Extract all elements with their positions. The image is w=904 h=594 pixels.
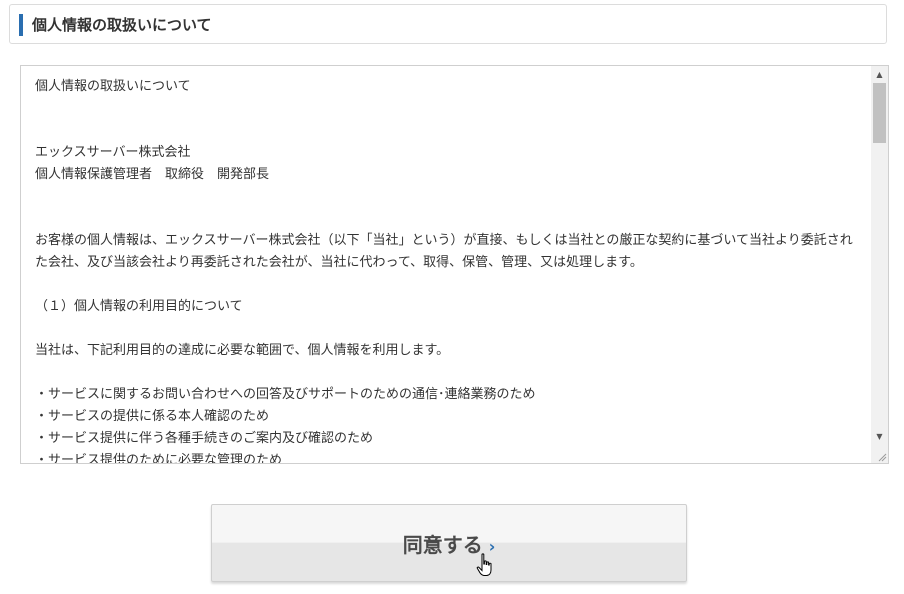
policy-line: [35, 208, 865, 230]
agree-button-label-wrap: 同意する ›: [212, 532, 686, 560]
policy-line: [35, 318, 865, 340]
privacy-policy-textarea[interactable]: 個人情報の取扱いについて エックスサーバー株式会社 個人情報保護管理者 取締役 …: [20, 65, 889, 464]
policy-line: ・サービス提供のために必要な管理のため: [35, 453, 283, 464]
policy-line: [35, 362, 865, 384]
policy-line: [35, 186, 865, 208]
scroll-up-arrow-icon[interactable]: ▲: [871, 66, 888, 83]
policy-line: ・サービス提供に伴う各種手続きのご案内及び確認のため: [35, 431, 374, 446]
scroll-down-arrow-icon[interactable]: ▼: [871, 428, 888, 445]
policy-line: [35, 98, 865, 120]
policy-line: 個人情報保護管理者 取締役 開発部長: [35, 167, 270, 182]
policy-text: 個人情報の取扱いについて エックスサーバー株式会社 個人情報保護管理者 取締役 …: [35, 76, 865, 464]
policy-line: お客様の個人情報は、エックスサーバー株式会社（以下「当社」という）が直接、もしく…: [35, 233, 853, 270]
agree-button-label: 同意する: [402, 533, 483, 557]
policy-line: [35, 120, 865, 142]
policy-line: （１）個人情報の利用目的について: [35, 299, 243, 314]
scrollbar-thumb[interactable]: [873, 83, 886, 143]
policy-line: 個人情報の取扱いについて: [35, 79, 191, 94]
section-header: 個人情報の取扱いについて: [9, 4, 887, 44]
policy-line: 当社は、下記利用目的の達成に必要な範囲で、個人情報を利用します。: [35, 343, 450, 358]
vertical-scrollbar[interactable]: ▲ ▼: [871, 66, 888, 463]
hand-pointer-icon: [476, 553, 492, 576]
policy-line: ・サービスの提供に係る本人確認のため: [35, 409, 270, 424]
header-accent-bar: [19, 14, 23, 36]
page-title: 個人情報の取扱いについて: [32, 16, 212, 34]
policy-line: ・サービスに関するお問い合わせへの回答及びサポートのための通信･連絡業務のため: [35, 387, 536, 402]
agree-button[interactable]: 同意する ›: [211, 504, 687, 582]
policy-line: エックスサーバー株式会社: [35, 145, 191, 160]
resize-grip-icon[interactable]: [877, 452, 887, 462]
policy-line: [35, 274, 865, 296]
